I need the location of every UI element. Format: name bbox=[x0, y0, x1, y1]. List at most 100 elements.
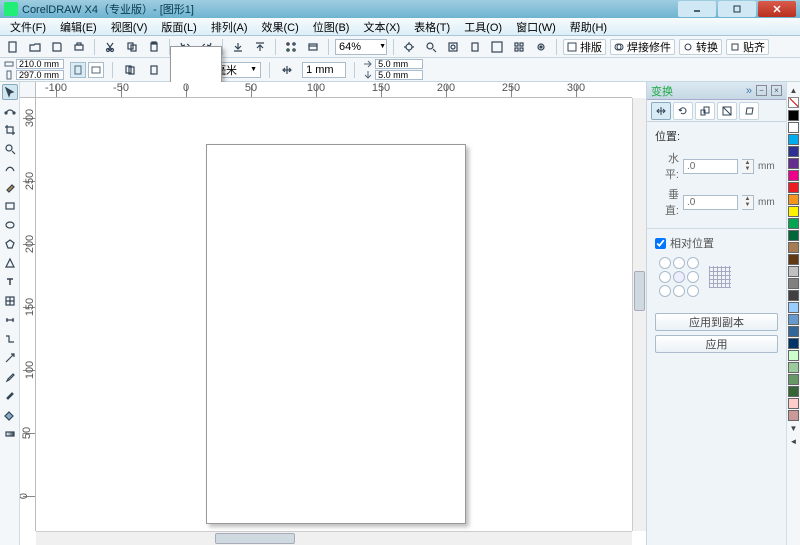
dup-y-input[interactable]: 5.0 mm bbox=[375, 70, 423, 80]
h-position-input[interactable]: .0 bbox=[683, 159, 738, 174]
skew-tab[interactable] bbox=[739, 102, 759, 120]
rotate-tab[interactable] bbox=[673, 102, 693, 120]
zoom-tool-button[interactable] bbox=[422, 38, 440, 56]
menu-item[interactable]: 工具(O) bbox=[460, 18, 506, 36]
interactive-fill-tool[interactable] bbox=[2, 426, 18, 442]
menu-item[interactable]: 窗口(W) bbox=[512, 18, 560, 36]
basic-shapes-tool[interactable] bbox=[2, 255, 18, 271]
page-height-input[interactable]: 297.0 mm bbox=[16, 70, 64, 80]
open-button[interactable] bbox=[26, 38, 44, 56]
close-button[interactable] bbox=[758, 1, 796, 17]
docker-minimize-button[interactable]: − bbox=[756, 85, 767, 96]
polygon-tool[interactable] bbox=[2, 236, 18, 252]
paste-button[interactable] bbox=[145, 38, 163, 56]
align-button[interactable] bbox=[510, 38, 528, 56]
freehand-tool[interactable] bbox=[2, 160, 18, 176]
page-width-input[interactable]: 210.0 mm bbox=[16, 59, 64, 69]
nudge-input[interactable]: 1 mm bbox=[302, 62, 346, 78]
menu-item[interactable]: 版面(L) bbox=[157, 18, 200, 36]
app-launcher-button[interactable] bbox=[282, 38, 300, 56]
ruler-origin[interactable] bbox=[20, 82, 36, 98]
layout-dropdown[interactable]: 排版 bbox=[563, 39, 606, 55]
color-swatch[interactable] bbox=[788, 410, 799, 421]
color-swatch[interactable] bbox=[788, 182, 799, 193]
color-swatch[interactable] bbox=[788, 314, 799, 325]
color-swatch[interactable] bbox=[788, 350, 799, 361]
convert-dropdown[interactable]: 转换 bbox=[679, 39, 722, 55]
maximize-button[interactable] bbox=[718, 1, 756, 17]
export-button[interactable] bbox=[251, 38, 269, 56]
color-swatch[interactable] bbox=[788, 218, 799, 229]
horizontal-scrollbar[interactable] bbox=[36, 531, 632, 545]
v-scroll-thumb[interactable] bbox=[634, 271, 645, 311]
import-button[interactable] bbox=[229, 38, 247, 56]
color-swatch[interactable] bbox=[788, 290, 799, 301]
color-swatch[interactable] bbox=[788, 398, 799, 409]
color-swatch[interactable] bbox=[788, 146, 799, 157]
color-swatch[interactable] bbox=[788, 230, 799, 241]
save-button[interactable] bbox=[48, 38, 66, 56]
drawing-canvas[interactable] bbox=[36, 98, 632, 531]
relative-checkbox[interactable]: 相对位置 bbox=[655, 235, 778, 251]
vertical-ruler[interactable]: 300250200150100500 bbox=[20, 98, 36, 531]
menu-item[interactable]: 位图(B) bbox=[309, 18, 354, 36]
h-spinner[interactable]: ▲▼ bbox=[742, 159, 754, 174]
menu-item[interactable]: 文本(X) bbox=[359, 18, 404, 36]
apply-button[interactable]: 应用 bbox=[655, 335, 778, 353]
palette-down-arrow[interactable]: ▼ bbox=[790, 424, 798, 433]
copy-button[interactable] bbox=[123, 38, 141, 56]
color-swatch[interactable] bbox=[788, 206, 799, 217]
position-tab[interactable] bbox=[651, 102, 671, 120]
color-swatch[interactable] bbox=[788, 326, 799, 337]
new-button[interactable] bbox=[4, 38, 22, 56]
menu-item[interactable]: 编辑(E) bbox=[56, 18, 101, 36]
color-swatch[interactable] bbox=[788, 302, 799, 313]
palette-flyout-arrow[interactable]: ◄ bbox=[790, 437, 798, 446]
fullscreen-button[interactable] bbox=[488, 38, 506, 56]
all-pages-button[interactable] bbox=[121, 61, 139, 79]
color-swatch[interactable] bbox=[788, 374, 799, 385]
anchor-grid[interactable] bbox=[659, 257, 699, 297]
docker-collapse-button[interactable]: » bbox=[746, 85, 752, 97]
zoom-fit-button[interactable] bbox=[444, 38, 462, 56]
weld-dropdown[interactable]: 焊接修件 bbox=[610, 39, 675, 55]
dimension-tool[interactable] bbox=[2, 312, 18, 328]
color-swatch[interactable] bbox=[788, 338, 799, 349]
text-tool[interactable] bbox=[2, 274, 18, 290]
table-tool[interactable] bbox=[2, 293, 18, 309]
zoom-page-button[interactable] bbox=[466, 38, 484, 56]
minimize-button[interactable] bbox=[678, 1, 716, 17]
portrait-button[interactable] bbox=[70, 62, 86, 78]
menu-item[interactable]: 帮助(H) bbox=[566, 18, 611, 36]
color-swatch[interactable] bbox=[788, 110, 799, 121]
docker-close-button[interactable]: × bbox=[771, 85, 782, 96]
shape-tool[interactable] bbox=[2, 103, 18, 119]
v-spinner[interactable]: ▲▼ bbox=[742, 195, 754, 210]
interactive-tool[interactable] bbox=[2, 350, 18, 366]
h-scroll-thumb[interactable] bbox=[215, 533, 295, 544]
color-swatch[interactable] bbox=[788, 194, 799, 205]
color-swatch[interactable] bbox=[788, 122, 799, 133]
menu-item[interactable]: 排列(A) bbox=[207, 18, 252, 36]
color-swatch[interactable] bbox=[788, 134, 799, 145]
zoom-combo[interactable]: 64%▼ bbox=[335, 39, 387, 55]
welcome-button[interactable] bbox=[304, 38, 322, 56]
snap-button[interactable] bbox=[400, 38, 418, 56]
color-swatch[interactable] bbox=[788, 158, 799, 169]
menu-item[interactable]: 文件(F) bbox=[6, 18, 50, 36]
menu-item[interactable]: 表格(T) bbox=[410, 18, 454, 36]
vertical-scrollbar[interactable] bbox=[632, 98, 646, 531]
connector-tool[interactable] bbox=[2, 331, 18, 347]
landscape-button[interactable] bbox=[88, 62, 104, 78]
color-swatch[interactable] bbox=[788, 386, 799, 397]
options-button[interactable] bbox=[532, 38, 550, 56]
fill-tool[interactable] bbox=[2, 407, 18, 423]
current-page-button[interactable] bbox=[145, 61, 163, 79]
pick-tool[interactable] bbox=[2, 84, 18, 100]
snap-dropdown[interactable]: 贴齐 bbox=[726, 39, 769, 55]
size-tab[interactable] bbox=[717, 102, 737, 120]
no-color-swatch[interactable] bbox=[788, 97, 799, 108]
crop-tool[interactable] bbox=[2, 122, 18, 138]
menu-item[interactable]: 效果(C) bbox=[258, 18, 303, 36]
scale-tab[interactable] bbox=[695, 102, 715, 120]
